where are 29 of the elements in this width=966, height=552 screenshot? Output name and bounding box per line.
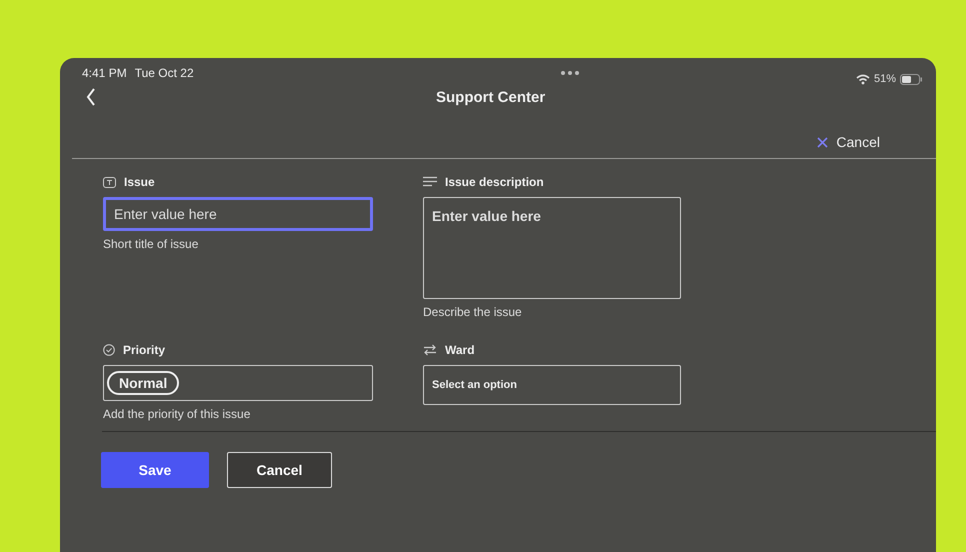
- cancel-link[interactable]: Cancel: [817, 134, 880, 150]
- helper-text: Describe the issue: [423, 305, 523, 319]
- field-label: Issue description: [445, 175, 544, 189]
- text-field[interactable]: Enter value here: [103, 197, 373, 231]
- text-area[interactable]: Enter value here: [423, 197, 681, 299]
- helper-text: Add the priority of this issue: [103, 407, 252, 421]
- battery-icon: [900, 74, 922, 84]
- helper-text: Short title of issue: [103, 237, 200, 251]
- priority-tag[interactable]: Normal: [107, 371, 180, 395]
- check-circle-icon: [103, 344, 115, 356]
- chevron-left-icon: [86, 88, 96, 106]
- status-date: Tue Oct 22: [134, 66, 194, 80]
- page-title: Support Center: [436, 88, 546, 106]
- lines-icon: [423, 176, 437, 188]
- field-label: Issue: [124, 175, 155, 189]
- more-dots-icon: [560, 70, 580, 76]
- tag-field[interactable]: Normal: [103, 365, 373, 401]
- cancel-button[interactable]: Cancel: [227, 452, 332, 488]
- battery-percent: 51%: [874, 73, 896, 85]
- swap-arrows-icon: [423, 344, 437, 356]
- save-button[interactable]: Save: [101, 452, 209, 488]
- text-field-icon: [103, 176, 116, 188]
- close-icon: [817, 136, 828, 148]
- back-button[interactable]: [86, 88, 96, 106]
- status-time: 4:41 PM: [82, 66, 127, 80]
- select-field[interactable]: Select an option: [423, 365, 681, 405]
- field-label: Priority: [123, 343, 166, 357]
- wifi-icon: [856, 74, 870, 84]
- field-label: Ward: [445, 343, 475, 357]
